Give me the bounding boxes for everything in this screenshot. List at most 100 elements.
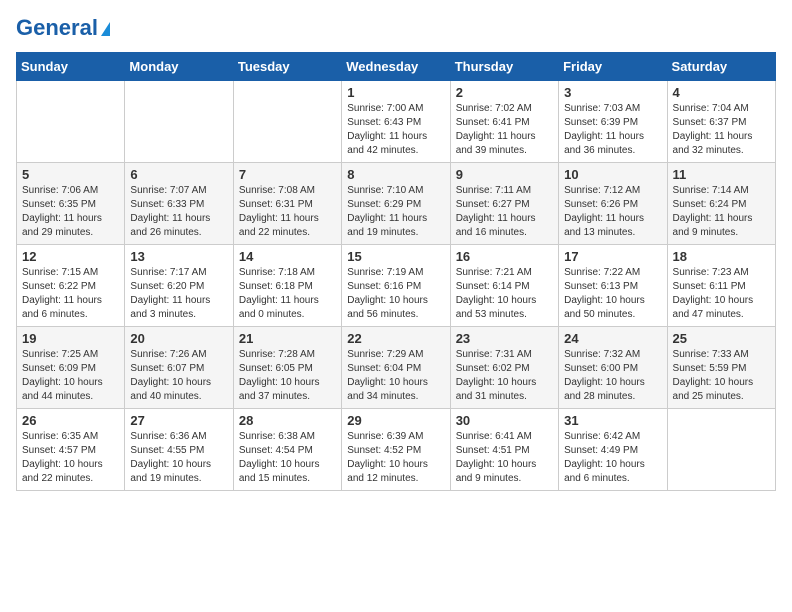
day-number: 6 (130, 167, 227, 182)
day-number: 2 (456, 85, 553, 100)
day-number: 10 (564, 167, 661, 182)
day-number: 5 (22, 167, 119, 182)
calendar-day-cell: 15 Sunrise: 7:19 AM Sunset: 6:16 PM Dayli… (342, 245, 450, 327)
day-number: 26 (22, 413, 119, 428)
day-number: 13 (130, 249, 227, 264)
day-info: Sunrise: 6:36 AM Sunset: 4:55 PM Dayligh… (130, 430, 227, 486)
calendar-day-cell: 10 Sunrise: 7:12 AM Sunset: 6:26 PM Dayli… (559, 163, 667, 245)
day-number: 24 (564, 331, 661, 346)
day-of-week-header: Saturday (667, 53, 775, 81)
calendar-day-cell: 18 Sunrise: 7:23 AM Sunset: 6:11 PM Dayli… (667, 245, 775, 327)
calendar-day-cell: 3 Sunrise: 7:03 AM Sunset: 6:39 PM Daylig… (559, 81, 667, 163)
day-of-week-header: Wednesday (342, 53, 450, 81)
calendar-day-cell: 24 Sunrise: 7:32 AM Sunset: 6:00 PM Dayli… (559, 327, 667, 409)
calendar-day-cell: 14 Sunrise: 7:18 AM Sunset: 6:18 PM Dayli… (233, 245, 341, 327)
day-number: 20 (130, 331, 227, 346)
calendar-table: SundayMondayTuesdayWednesdayThursdayFrid… (16, 52, 776, 491)
logo: General (16, 16, 110, 40)
day-info: Sunrise: 7:26 AM Sunset: 6:07 PM Dayligh… (130, 348, 227, 404)
day-number: 8 (347, 167, 444, 182)
day-of-week-header: Monday (125, 53, 233, 81)
day-info: Sunrise: 7:14 AM Sunset: 6:24 PM Dayligh… (673, 184, 770, 240)
day-info: Sunrise: 7:10 AM Sunset: 6:29 PM Dayligh… (347, 184, 444, 240)
day-info: Sunrise: 6:38 AM Sunset: 4:54 PM Dayligh… (239, 430, 336, 486)
calendar-week-row: 26 Sunrise: 6:35 AM Sunset: 4:57 PM Dayli… (17, 409, 776, 491)
day-info: Sunrise: 7:28 AM Sunset: 6:05 PM Dayligh… (239, 348, 336, 404)
day-number: 25 (673, 331, 770, 346)
day-info: Sunrise: 6:35 AM Sunset: 4:57 PM Dayligh… (22, 430, 119, 486)
calendar-day-cell (667, 409, 775, 491)
day-number: 23 (456, 331, 553, 346)
day-info: Sunrise: 7:04 AM Sunset: 6:37 PM Dayligh… (673, 102, 770, 158)
day-info: Sunrise: 7:08 AM Sunset: 6:31 PM Dayligh… (239, 184, 336, 240)
day-of-week-header: Sunday (17, 53, 125, 81)
calendar-day-cell: 27 Sunrise: 6:36 AM Sunset: 4:55 PM Dayli… (125, 409, 233, 491)
day-of-week-header: Friday (559, 53, 667, 81)
calendar-day-cell: 20 Sunrise: 7:26 AM Sunset: 6:07 PM Dayli… (125, 327, 233, 409)
calendar-day-cell: 1 Sunrise: 7:00 AM Sunset: 6:43 PM Daylig… (342, 81, 450, 163)
calendar-week-row: 1 Sunrise: 7:00 AM Sunset: 6:43 PM Daylig… (17, 81, 776, 163)
day-number: 14 (239, 249, 336, 264)
day-info: Sunrise: 7:32 AM Sunset: 6:00 PM Dayligh… (564, 348, 661, 404)
day-number: 30 (456, 413, 553, 428)
calendar-day-cell: 19Sunrise: 7:25 AM Sunset: 6:09 PM Dayli… (17, 327, 125, 409)
day-info: Sunrise: 7:22 AM Sunset: 6:13 PM Dayligh… (564, 266, 661, 322)
day-number: 3 (564, 85, 661, 100)
day-info: Sunrise: 7:23 AM Sunset: 6:11 PM Dayligh… (673, 266, 770, 322)
day-number: 21 (239, 331, 336, 346)
logo-general: General (16, 15, 98, 40)
page-header: General (16, 16, 776, 40)
day-number: 15 (347, 249, 444, 264)
day-number: 27 (130, 413, 227, 428)
day-info: Sunrise: 7:25 AM Sunset: 6:09 PM Dayligh… (22, 348, 119, 404)
day-info: Sunrise: 7:07 AM Sunset: 6:33 PM Dayligh… (130, 184, 227, 240)
calendar-week-row: 19Sunrise: 7:25 AM Sunset: 6:09 PM Dayli… (17, 327, 776, 409)
calendar-day-cell: 29Sunrise: 6:39 AM Sunset: 4:52 PM Dayli… (342, 409, 450, 491)
day-info: Sunrise: 7:00 AM Sunset: 6:43 PM Dayligh… (347, 102, 444, 158)
day-info: Sunrise: 7:03 AM Sunset: 6:39 PM Dayligh… (564, 102, 661, 158)
day-info: Sunrise: 7:15 AM Sunset: 6:22 PM Dayligh… (22, 266, 119, 322)
day-info: Sunrise: 7:19 AM Sunset: 6:16 PM Dayligh… (347, 266, 444, 322)
calendar-day-cell: 26 Sunrise: 6:35 AM Sunset: 4:57 PM Dayli… (17, 409, 125, 491)
day-info: Sunrise: 7:17 AM Sunset: 6:20 PM Dayligh… (130, 266, 227, 322)
day-of-week-header: Tuesday (233, 53, 341, 81)
day-number: 17 (564, 249, 661, 264)
day-info: Sunrise: 7:33 AM Sunset: 5:59 PM Dayligh… (673, 348, 770, 404)
day-info: Sunrise: 7:02 AM Sunset: 6:41 PM Dayligh… (456, 102, 553, 158)
day-info: Sunrise: 7:21 AM Sunset: 6:14 PM Dayligh… (456, 266, 553, 322)
day-info: Sunrise: 7:29 AM Sunset: 6:04 PM Dayligh… (347, 348, 444, 404)
calendar-body: 1 Sunrise: 7:00 AM Sunset: 6:43 PM Daylig… (17, 81, 776, 491)
day-number: 11 (673, 167, 770, 182)
calendar-day-cell: 28 Sunrise: 6:38 AM Sunset: 4:54 PM Dayli… (233, 409, 341, 491)
calendar-day-cell: 9 Sunrise: 7:11 AM Sunset: 6:27 PM Daylig… (450, 163, 558, 245)
calendar-day-cell: 30Sunrise: 6:41 AM Sunset: 4:51 PM Dayli… (450, 409, 558, 491)
calendar-day-cell: 6 Sunrise: 7:07 AM Sunset: 6:33 PM Daylig… (125, 163, 233, 245)
calendar-day-cell (233, 81, 341, 163)
day-info: Sunrise: 7:12 AM Sunset: 6:26 PM Dayligh… (564, 184, 661, 240)
calendar-day-cell: 13 Sunrise: 7:17 AM Sunset: 6:20 PM Dayli… (125, 245, 233, 327)
day-info: Sunrise: 7:11 AM Sunset: 6:27 PM Dayligh… (456, 184, 553, 240)
day-number: 4 (673, 85, 770, 100)
calendar-week-row: 12 Sunrise: 7:15 AM Sunset: 6:22 PM Dayli… (17, 245, 776, 327)
day-of-week-header: Thursday (450, 53, 558, 81)
calendar-day-cell: 25 Sunrise: 7:33 AM Sunset: 5:59 PM Dayli… (667, 327, 775, 409)
day-number: 1 (347, 85, 444, 100)
day-info: Sunrise: 7:31 AM Sunset: 6:02 PM Dayligh… (456, 348, 553, 404)
day-number: 31 (564, 413, 661, 428)
day-number: 29 (347, 413, 444, 428)
calendar-header-row: SundayMondayTuesdayWednesdayThursdayFrid… (17, 53, 776, 81)
day-number: 9 (456, 167, 553, 182)
day-number: 22 (347, 331, 444, 346)
logo-triangle-icon (101, 22, 110, 36)
day-info: Sunrise: 6:42 AM Sunset: 4:49 PM Dayligh… (564, 430, 661, 486)
day-number: 12 (22, 249, 119, 264)
calendar-day-cell: 8 Sunrise: 7:10 AM Sunset: 6:29 PM Daylig… (342, 163, 450, 245)
calendar-week-row: 5Sunrise: 7:06 AM Sunset: 6:35 PM Daylig… (17, 163, 776, 245)
calendar-day-cell: 16 Sunrise: 7:21 AM Sunset: 6:14 PM Dayli… (450, 245, 558, 327)
day-info: Sunrise: 7:18 AM Sunset: 6:18 PM Dayligh… (239, 266, 336, 322)
day-number: 18 (673, 249, 770, 264)
calendar-day-cell: 21 Sunrise: 7:28 AM Sunset: 6:05 PM Dayli… (233, 327, 341, 409)
calendar-day-cell (17, 81, 125, 163)
day-number: 28 (239, 413, 336, 428)
day-number: 16 (456, 249, 553, 264)
